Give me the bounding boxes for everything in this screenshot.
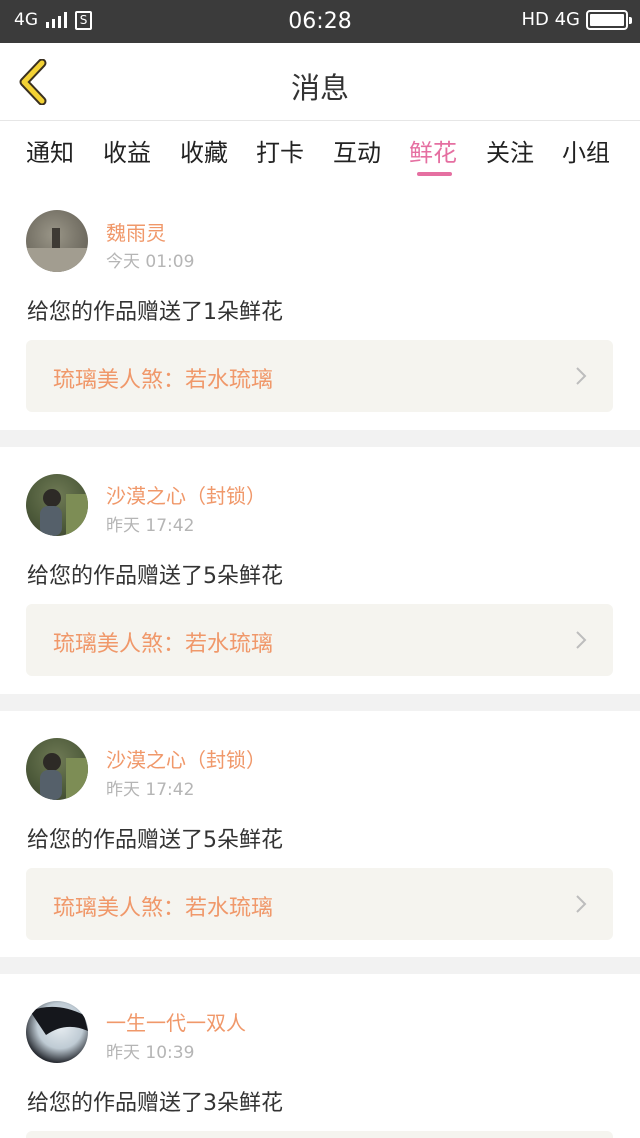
message-time: 昨天 17:42 bbox=[106, 516, 195, 536]
message-text: 给您的作品赠送了5朵鲜花 bbox=[27, 828, 283, 853]
message-text: 给您的作品赠送了3朵鲜花 bbox=[27, 1091, 283, 1116]
tab-earnings[interactable]: 收益 bbox=[103, 133, 151, 168]
tab-favorites[interactable]: 收藏 bbox=[180, 133, 228, 168]
message-time: 昨天 10:39 bbox=[106, 1043, 195, 1063]
chevron-right-icon bbox=[576, 367, 587, 385]
chevron-right-icon bbox=[576, 895, 587, 913]
chevron-right-icon bbox=[576, 631, 587, 649]
tab-interaction[interactable]: 互动 bbox=[333, 133, 381, 168]
work-link[interactable]: 琉璃美人煞：若水琉璃 bbox=[26, 340, 613, 412]
battery-icon bbox=[586, 9, 632, 30]
message-time: 昨天 17:42 bbox=[106, 780, 195, 800]
active-tab-indicator bbox=[417, 172, 452, 176]
work-title: 琉璃美人煞：若水琉璃 bbox=[53, 632, 274, 657]
message-text: 给您的作品赠送了5朵鲜花 bbox=[27, 564, 283, 589]
tab-notify[interactable]: 通知 bbox=[26, 133, 74, 168]
avatar[interactable] bbox=[26, 1001, 88, 1063]
status-right: HD 4G bbox=[521, 9, 632, 30]
avatar[interactable] bbox=[26, 210, 88, 272]
tab-checkin[interactable]: 打卡 bbox=[256, 133, 304, 168]
message-text: 给您的作品赠送了1朵鲜花 bbox=[27, 300, 283, 325]
avatar[interactable] bbox=[26, 474, 88, 536]
tab-flowers[interactable]: 鲜花 bbox=[409, 133, 457, 168]
work-link[interactable]: 琉璃美人煞：若水琉璃 bbox=[26, 868, 613, 940]
avatar[interactable] bbox=[26, 738, 88, 800]
tab-bar: 通知 收益 收藏 打卡 互动 鲜花 关注 小组 bbox=[0, 121, 640, 181]
work-title: 琉璃美人煞：若水琉璃 bbox=[53, 368, 274, 393]
page-title: 消息 bbox=[290, 71, 349, 105]
list-item: 魏雨灵 今天 01:09 给您的作品赠送了1朵鲜花 琉璃美人煞：若水琉璃 bbox=[0, 181, 640, 430]
user-name[interactable]: 沙漠之心（封锁） bbox=[106, 480, 266, 509]
list-item: 一生一代一双人 昨天 10:39 给您的作品赠送了3朵鲜花 bbox=[0, 974, 640, 1138]
user-name[interactable]: 魏雨灵 bbox=[106, 217, 166, 246]
header: 消息 bbox=[0, 43, 640, 121]
work-link[interactable]: 琉璃美人煞：若水琉璃 bbox=[26, 604, 613, 676]
user-name[interactable]: 沙漠之心（封锁） bbox=[106, 744, 266, 773]
status-bar: 4G S 06:28 HD 4G bbox=[0, 0, 640, 43]
list-item: 沙漠之心（封锁） 昨天 17:42 给您的作品赠送了5朵鲜花 琉璃美人煞：若水琉… bbox=[0, 711, 640, 957]
user-name[interactable]: 一生一代一双人 bbox=[106, 1007, 246, 1036]
tab-following[interactable]: 关注 bbox=[486, 133, 534, 168]
list-item: 沙漠之心（封锁） 昨天 17:42 给您的作品赠送了5朵鲜花 琉璃美人煞：若水琉… bbox=[0, 447, 640, 694]
work-link[interactable] bbox=[26, 1131, 613, 1138]
work-title: 琉璃美人煞：若水琉璃 bbox=[53, 896, 274, 921]
message-time: 今天 01:09 bbox=[106, 252, 195, 272]
tab-groups[interactable]: 小组 bbox=[562, 133, 610, 168]
hd-network-label: HD 4G bbox=[521, 9, 580, 30]
